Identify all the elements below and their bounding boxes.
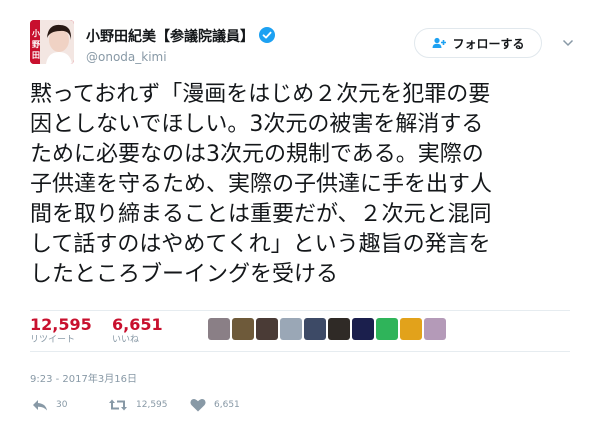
follow-button[interactable]: フォローする: [414, 28, 542, 58]
retweet-count: 12,595: [30, 315, 92, 334]
tweet-text-line: 黙っておれず「漫画をはじめ２次元を犯罪の要: [30, 82, 491, 107]
tweet-card: 小 野 田 小野田紀美【参議院議員】 @onoda_kimi フォローする 黙っ…: [0, 0, 600, 426]
liker-avatar[interactable]: [232, 318, 254, 340]
tweet-text-line: 子供達を守るため、実際の子供達に手を出す人: [30, 172, 493, 197]
liker-avatar[interactable]: [304, 318, 326, 340]
action-bar: 30 12,595 6,651: [30, 398, 330, 418]
liker-avatar[interactable]: [280, 318, 302, 340]
avatar[interactable]: 小 野 田: [30, 20, 74, 64]
liker-avatar[interactable]: [328, 318, 350, 340]
chevron-down-icon[interactable]: [562, 38, 574, 48]
like-label: いいね: [112, 335, 140, 345]
liker-avatar[interactable]: [208, 318, 230, 340]
liker-avatar[interactable]: [352, 318, 374, 340]
svg-text:田: 田: [32, 51, 40, 60]
like-action-count: 6,651: [214, 400, 240, 410]
tweet-text-line: したところブーイングを受ける: [30, 262, 339, 287]
tweet-text-line: ために必要なのは3次元の規制である。実際の: [30, 142, 484, 167]
timestamp[interactable]: 9:23 - 2017年3月16日: [30, 370, 137, 385]
like-stat[interactable]: 6,651 いいね: [112, 316, 163, 346]
like-button[interactable]: 6,651: [190, 398, 240, 412]
svg-text:野: 野: [32, 40, 40, 49]
retweet-icon: [109, 399, 127, 411]
retweet-button[interactable]: 12,595: [108, 398, 168, 412]
liker-avatar[interactable]: [376, 318, 398, 340]
heart-icon: [190, 398, 206, 412]
reply-count: 30: [56, 400, 68, 410]
tweet-text-line: 因としないでほしい。3次元の被害を解消する: [30, 112, 484, 137]
tweet-text: 黙っておれず「漫画をはじめ２次元を犯罪の要 因としないでほしい。3次元の被害を解…: [30, 80, 590, 290]
display-name-text[interactable]: 小野田紀美【参議院議員】: [86, 29, 254, 45]
liker-avatar[interactable]: [400, 318, 422, 340]
stats-row: 12,595 リツイート 6,651 いいね: [30, 310, 570, 352]
liker-avatar[interactable]: [424, 318, 446, 340]
display-name[interactable]: 小野田紀美【参議院議員】: [86, 26, 275, 46]
retweet-stat[interactable]: 12,595 リツイート: [30, 316, 92, 346]
liker-avatar[interactable]: [256, 318, 278, 340]
follow-person-icon: [432, 37, 447, 48]
reply-button[interactable]: 30: [32, 398, 67, 412]
verified-icon: [259, 27, 275, 43]
svg-text:小: 小: [31, 28, 40, 38]
screen-name[interactable]: @onoda_kimi: [86, 50, 167, 64]
tweet-text-line: 間を取り締まることは重要だが、２次元と混同: [30, 202, 492, 227]
follow-button-label: フォローする: [452, 36, 525, 51]
tweet-text-line: して話すのはやめてくれ」という趣旨の発言を: [30, 232, 491, 257]
reply-icon: [33, 400, 47, 411]
retweet-action-count: 12,595: [136, 400, 168, 410]
retweet-label: リツイート: [30, 335, 76, 345]
like-count: 6,651: [112, 315, 163, 334]
